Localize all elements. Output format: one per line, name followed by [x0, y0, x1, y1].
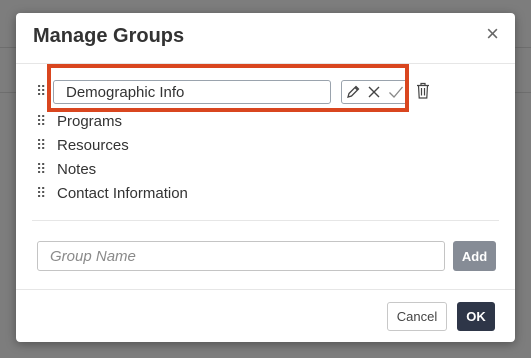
drag-handle-icon[interactable]: ⠿ — [36, 186, 46, 200]
list-item[interactable]: ⠿ Notes — [36, 158, 96, 180]
group-label: Notes — [57, 160, 97, 178]
group-label: Programs — [57, 112, 123, 130]
modal-title: Manage Groups — [33, 25, 185, 47]
group-item-editing: ⠿ — [36, 80, 46, 102]
drag-handle-icon[interactable]: ⠿ — [36, 114, 46, 128]
footer-divider — [16, 289, 515, 290]
close-button[interactable]: × — [486, 23, 499, 45]
divider — [32, 220, 499, 221]
list-item[interactable]: ⠿ Resources — [36, 134, 129, 156]
trash-icon[interactable] — [416, 82, 430, 104]
modal-header: Manage Groups × — [16, 13, 515, 64]
list-item[interactable]: ⠿ Contact Information — [36, 182, 188, 204]
drag-handle-icon[interactable]: ⠿ — [36, 138, 46, 152]
ok-button[interactable]: OK — [457, 302, 495, 331]
group-label: Contact Information — [57, 184, 188, 202]
drag-handle-icon[interactable]: ⠿ — [36, 162, 46, 176]
group-name-input[interactable] — [37, 241, 445, 271]
cancel-button[interactable]: Cancel — [387, 302, 447, 331]
drag-handle-icon[interactable]: ⠿ — [36, 84, 46, 98]
group-label: Resources — [57, 136, 129, 154]
add-group-button[interactable]: Add — [453, 241, 496, 271]
manage-groups-modal: Manage Groups × ⠿ ⠿ Programs ⠿ Resources… — [16, 13, 515, 342]
list-item[interactable]: ⠿ Programs — [36, 110, 122, 132]
highlight-annotation — [47, 64, 409, 112]
